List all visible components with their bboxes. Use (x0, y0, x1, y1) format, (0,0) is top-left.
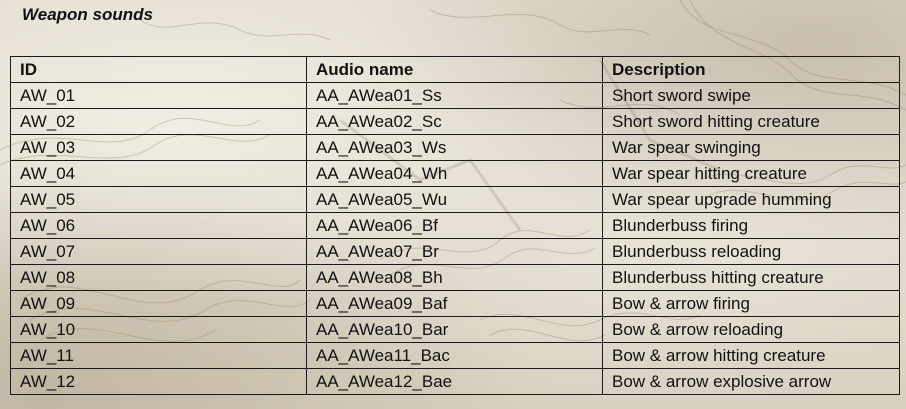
cell-audio-name: AA_AWea07_Br (306, 238, 603, 265)
cell-id: AW_05 (10, 186, 307, 213)
table-row: AW_08 AA_AWea08_Bh Blunderbuss hitting cre… (10, 264, 900, 291)
table-row: AW_11 AA_AWea11_Bac Bow & arrow hitting cr… (10, 342, 900, 369)
cell-id: AW_02 (10, 108, 307, 135)
cell-audio-name: AA_AWea02_Sc (306, 108, 603, 135)
cell-audio-name: AA_AWea08_Bh (306, 264, 603, 291)
table-body: AW_01 AA_AWea01_Ss Short sword swipe AW_02 A… (10, 82, 900, 395)
cell-description: Blunderbuss firing (602, 212, 900, 239)
table-row: AW_06 AA_AWea06_Bf Blunderbuss firing (10, 212, 900, 239)
cell-id: AW_06 (10, 212, 307, 239)
cell-id: AW_12 (10, 368, 307, 395)
cell-id: AW_03 (10, 134, 307, 161)
cell-id: AW_08 (10, 264, 307, 291)
table-row: AW_09 AA_AWea09_Baf Bow & arrow firing (10, 290, 900, 317)
cell-id: AW_04 (10, 160, 307, 187)
cell-id: AW_09 (10, 290, 307, 317)
cell-audio-name: AA_AWea10_Bar (306, 316, 603, 343)
cell-description: Bow & arrow reloading (602, 316, 900, 343)
table-row: AW_12 AA_AWea12_Bae Bow & arrow explosive … (10, 368, 900, 395)
cell-id: AW_01 (10, 82, 307, 109)
cell-audio-name: AA_AWea01_Ss (306, 82, 603, 109)
cell-id: AW_10 (10, 316, 307, 343)
table-row: AW_05 AA_AWea05_Wu War spear upgrade hummi… (10, 186, 900, 213)
cell-audio-name: AA_AWea12_Bae (306, 368, 603, 395)
cell-description: War spear upgrade humming (602, 186, 900, 213)
cell-description: Bow & arrow firing (602, 290, 900, 317)
table-row: AW_02 AA_AWea02_Sc Short sword hitting cre… (10, 108, 900, 135)
cell-audio-name: AA_AWea04_Wh (306, 160, 603, 187)
column-header-audio-name: Audio name (306, 56, 603, 83)
table-row: AW_03 AA_AWea03_Ws War spear swinging (10, 134, 900, 161)
table-row: AW_10 AA_AWea10_Bar Bow & arrow reloading (10, 316, 900, 343)
cell-description: Blunderbuss reloading (602, 238, 900, 265)
table-row: AW_07 AA_AWea07_Br Blunderbuss reloading (10, 238, 900, 265)
column-header-description: Description (602, 56, 900, 83)
cell-description: Blunderbuss hitting creature (602, 264, 900, 291)
table-row: AW_01 AA_AWea01_Ss Short sword swipe (10, 82, 900, 109)
table-header-row: ID Audio name Description (10, 56, 900, 83)
cell-description: Short sword swipe (602, 82, 900, 109)
cell-description: Bow & arrow explosive arrow (602, 368, 900, 395)
cell-description: Bow & arrow hitting creature (602, 342, 900, 369)
section-title: Weapon sounds (22, 5, 153, 24)
table-row: AW_04 AA_AWea04_Wh War spear hitting creat… (10, 160, 900, 187)
cell-description: War spear swinging (602, 134, 900, 161)
cell-id: AW_07 (10, 238, 307, 265)
cell-audio-name: AA_AWea05_Wu (306, 186, 603, 213)
cell-audio-name: AA_AWea11_Bac (306, 342, 603, 369)
cell-id: AW_11 (10, 342, 307, 369)
column-header-id: ID (10, 56, 307, 83)
cell-description: War spear hitting creature (602, 160, 900, 187)
cell-audio-name: AA_AWea06_Bf (306, 212, 603, 239)
cell-audio-name: AA_AWea03_Ws (306, 134, 603, 161)
cell-description: Short sword hitting creature (602, 108, 900, 135)
cell-audio-name: AA_AWea09_Baf (306, 290, 603, 317)
weapon-sounds-table: ID Audio name Description AW_01 AA_AWea01… (10, 56, 900, 395)
